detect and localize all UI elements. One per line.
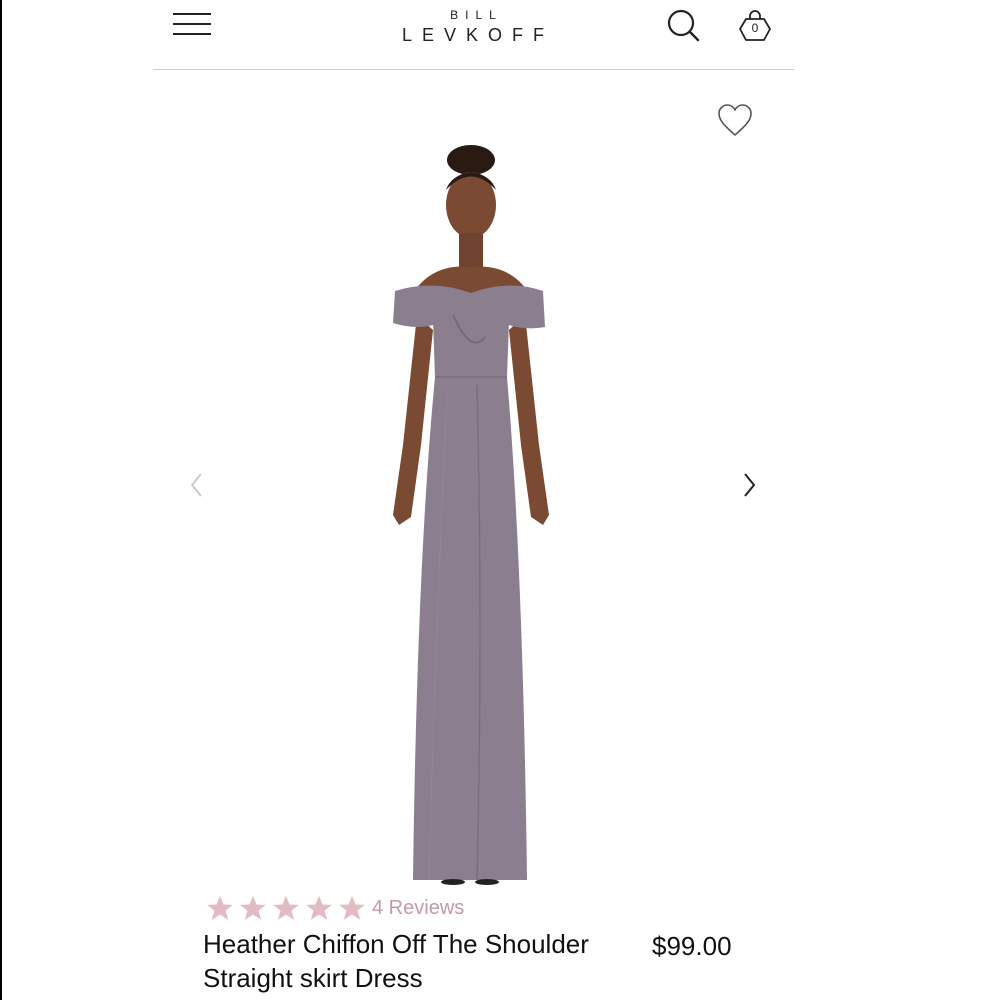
rating-row: 4 Reviews (205, 893, 464, 923)
product-photo[interactable] (373, 145, 573, 885)
brand-logo[interactable]: BILL LEVKOFF (383, 8, 563, 46)
star-icon (339, 895, 365, 920)
hamburger-menu-icon[interactable] (173, 12, 213, 38)
left-border (0, 0, 2, 1000)
product-title: Heather Chiffon Off The Shoulder Straigh… (203, 929, 589, 993)
chevron-right-icon[interactable] (739, 470, 759, 500)
star-rating (205, 894, 370, 922)
search-icon[interactable] (666, 8, 700, 42)
bag-count-badge: 0 (751, 21, 759, 35)
brand-logo-top: BILL (450, 8, 503, 22)
site-header: BILL LEVKOFF 0 (153, 0, 795, 70)
star-icon (273, 895, 299, 920)
star-icon (207, 895, 233, 920)
star-icon (306, 895, 332, 920)
chevron-left-icon[interactable] (187, 470, 207, 500)
reviews-link[interactable]: 4 Reviews (372, 897, 464, 920)
star-icon (240, 895, 266, 920)
product-price: $99.00 (652, 931, 732, 961)
heart-icon[interactable] (716, 102, 754, 138)
brand-logo-main: LEVKOFF (401, 25, 555, 45)
shopping-bag-button[interactable]: 0 (737, 8, 773, 44)
product-gallery (153, 70, 795, 885)
product-page: BILL LEVKOFF 0 4 Reviews Heather Chiffon… (0, 0, 1000, 1000)
